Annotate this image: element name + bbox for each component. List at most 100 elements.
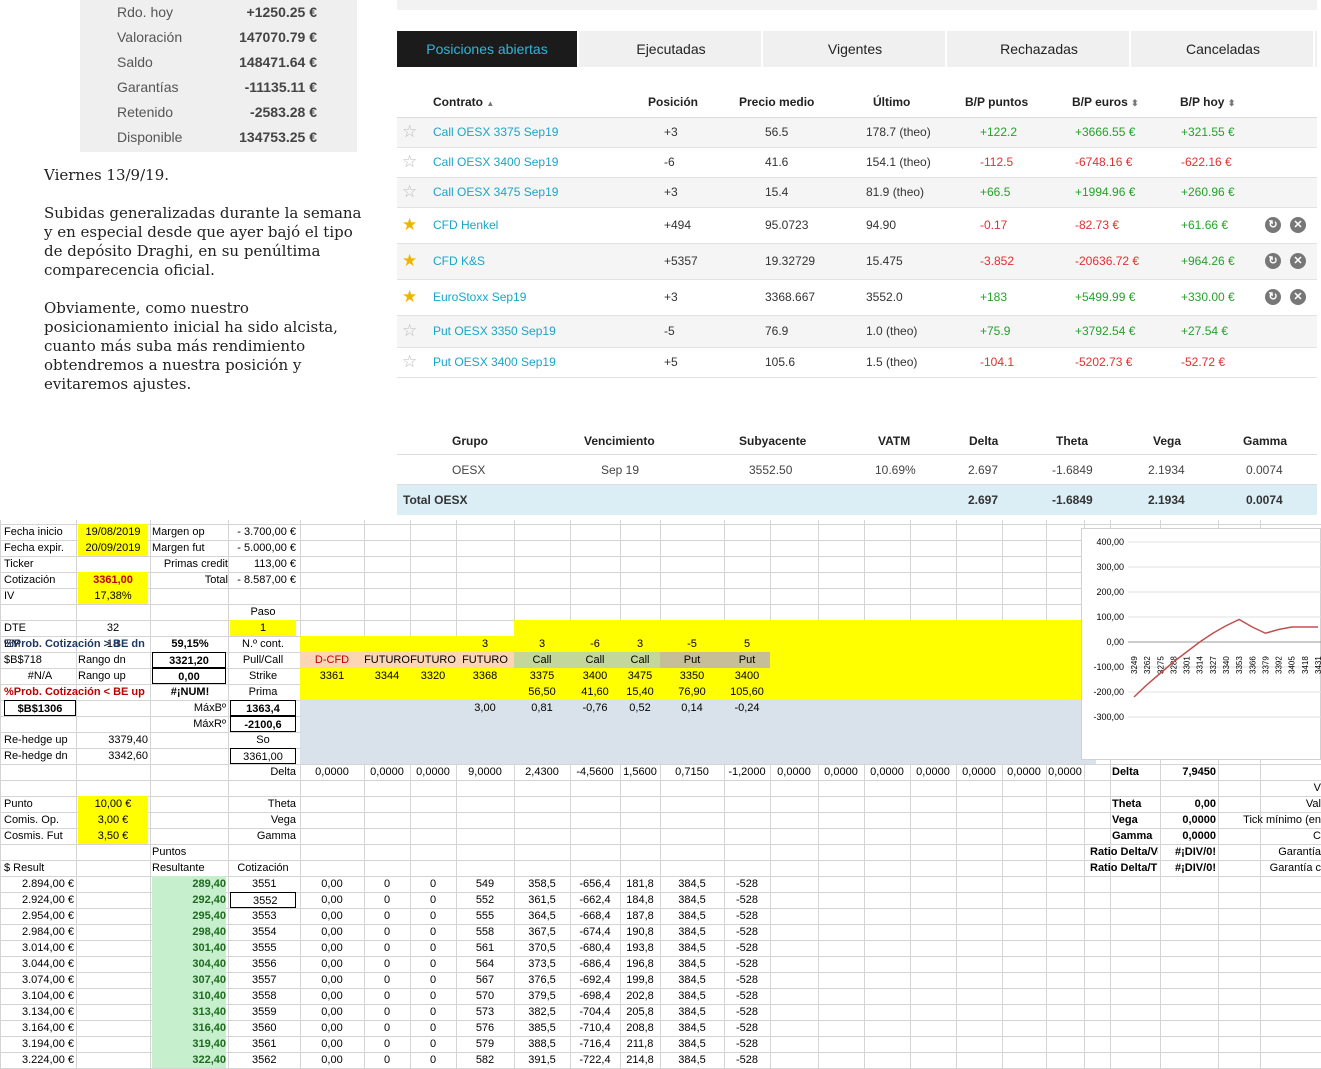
result-cell[interactable]: 384,5: [660, 940, 724, 956]
delta-cell[interactable]: 1,5600: [620, 764, 660, 780]
delta-cell[interactable]: 0,0000: [818, 764, 864, 780]
col-contract[interactable]: Contrato ▲: [433, 95, 494, 109]
result-cell[interactable]: 0: [364, 940, 410, 956]
result-cell[interactable]: 388,5: [514, 1036, 570, 1052]
result-value[interactable]: 2.894,00 €: [4, 876, 74, 892]
result-cell[interactable]: 0: [364, 1020, 410, 1036]
cotizacion-value[interactable]: 3559: [230, 1004, 296, 1020]
result-cell[interactable]: 0,00: [300, 1020, 364, 1036]
sheet-ref[interactable]: $B$1306: [4, 700, 76, 716]
leg-count[interactable]: -5: [660, 636, 724, 652]
result-cell[interactable]: -528: [724, 1052, 770, 1068]
leg-count[interactable]: 3: [456, 636, 514, 652]
result-cell[interactable]: 561: [456, 940, 514, 956]
result-cell[interactable]: -528: [724, 1020, 770, 1036]
sheet-value[interactable]: 32: [78, 620, 148, 636]
sheet-ref[interactable]: #N/A: [4, 668, 76, 684]
result-cell[interactable]: 0: [364, 1036, 410, 1052]
result-cell[interactable]: -698,4: [570, 988, 620, 1004]
stat-value[interactable]: #¡DIV/0!: [1160, 860, 1216, 876]
result-cell[interactable]: -722,4: [570, 1052, 620, 1068]
delta-cell[interactable]: 9,0000: [456, 764, 514, 780]
delta-cell[interactable]: 2,4300: [514, 764, 570, 780]
result-cell[interactable]: 570: [456, 988, 514, 1004]
stat-value[interactable]: 0,0000: [1160, 828, 1216, 844]
result-cell[interactable]: 0: [410, 1052, 456, 1068]
tab-vigentes[interactable]: Vigentes: [765, 31, 947, 67]
leg-delta[interactable]: -0,76: [570, 700, 620, 716]
delta-cell[interactable]: -4,5600: [570, 764, 620, 780]
result-cell[interactable]: 549: [456, 876, 514, 892]
contract-link[interactable]: EuroStoxx Sep19: [433, 290, 526, 304]
result-cell[interactable]: 0,00: [300, 924, 364, 940]
result-cell[interactable]: 0,00: [300, 940, 364, 956]
result-cell[interactable]: -710,4: [570, 1020, 620, 1036]
stat-value[interactable]: 0,00: [1160, 796, 1216, 812]
leg-type[interactable]: Call: [620, 652, 660, 668]
result-cell[interactable]: 0: [364, 988, 410, 1004]
result-cell[interactable]: 0: [364, 908, 410, 924]
result-cell[interactable]: 205,8: [620, 1004, 660, 1020]
star-filled-icon[interactable]: ★: [402, 251, 417, 271]
points-value[interactable]: 289,40: [152, 876, 226, 892]
star-filled-icon[interactable]: ★: [402, 215, 417, 235]
points-value[interactable]: 292,40: [152, 892, 226, 908]
result-cell[interactable]: 202,8: [620, 988, 660, 1004]
result-cell[interactable]: 558: [456, 924, 514, 940]
result-cell[interactable]: 0,00: [300, 1052, 364, 1068]
star-filled-icon[interactable]: ★: [402, 287, 417, 307]
result-value[interactable]: 2.954,00 €: [4, 908, 74, 924]
leg-count[interactable]: 3: [620, 636, 660, 652]
result-cell[interactable]: 190,8: [620, 924, 660, 940]
sheet-value[interactable]: 17,38%: [78, 588, 148, 604]
result-cell[interactable]: 193,8: [620, 940, 660, 956]
leg-type[interactable]: FUTURO: [456, 652, 514, 668]
leg-type[interactable]: D-CFD: [300, 652, 364, 668]
tab-ejecutadas[interactable]: Ejecutadas: [581, 31, 763, 67]
result-cell[interactable]: 0: [410, 1020, 456, 1036]
result-cell[interactable]: 358,5: [514, 876, 570, 892]
result-cell[interactable]: 379,5: [514, 988, 570, 1004]
tab-rechazadas[interactable]: Rechazadas: [949, 31, 1131, 67]
result-cell[interactable]: -686,4: [570, 956, 620, 972]
refresh-icon[interactable]: ↻: [1265, 289, 1281, 305]
delta-cell[interactable]: 0,7150: [660, 764, 724, 780]
result-cell[interactable]: -692,4: [570, 972, 620, 988]
cotizacion-value[interactable]: 3552: [230, 892, 296, 908]
result-cell[interactable]: -528: [724, 972, 770, 988]
leg-type[interactable]: FUTURO: [364, 652, 410, 668]
delta-cell[interactable]: 0,0000: [770, 764, 818, 780]
result-cell[interactable]: 0,00: [300, 908, 364, 924]
result-cell[interactable]: 0: [410, 940, 456, 956]
star-outline-icon[interactable]: ☆: [402, 321, 417, 341]
so-value[interactable]: 3361,00: [230, 748, 296, 764]
leg-strike[interactable]: 3368: [456, 668, 514, 684]
contract-link[interactable]: Put OESX 3400 Sep19: [433, 355, 556, 369]
result-cell[interactable]: 385,5: [514, 1020, 570, 1036]
col-bp-euros[interactable]: B/P euros ⬍: [1072, 95, 1139, 109]
points-value[interactable]: 295,40: [152, 908, 226, 924]
delta-cell[interactable]: 0,0000: [910, 764, 956, 780]
result-cell[interactable]: 0,00: [300, 1036, 364, 1052]
result-cell[interactable]: 576: [456, 1020, 514, 1036]
maxb-value[interactable]: 1363,4: [230, 700, 296, 716]
rehedge-dn-value[interactable]: 3342,60: [78, 748, 148, 764]
result-cell[interactable]: 0: [410, 1036, 456, 1052]
cotizacion-value[interactable]: 3555: [230, 940, 296, 956]
delta-cell[interactable]: 0,0000: [410, 764, 456, 780]
contract-link[interactable]: Call OESX 3400 Sep19: [433, 155, 558, 169]
result-cell[interactable]: 0,00: [300, 892, 364, 908]
result-cell[interactable]: 391,5: [514, 1052, 570, 1068]
leg-delta[interactable]: 0,52: [620, 700, 660, 716]
leg-type[interactable]: Call: [514, 652, 570, 668]
result-cell[interactable]: 361,5: [514, 892, 570, 908]
rango-dn-value[interactable]: 3321,20: [152, 652, 226, 668]
result-cell[interactable]: 364,5: [514, 908, 570, 924]
result-cell[interactable]: 384,5: [660, 972, 724, 988]
contract-link[interactable]: Call OESX 3475 Sep19: [433, 185, 558, 199]
result-cell[interactable]: 370,5: [514, 940, 570, 956]
cost-value[interactable]: 3,00 €: [78, 812, 148, 828]
leg-type[interactable]: Put: [660, 652, 724, 668]
result-cell[interactable]: 384,5: [660, 892, 724, 908]
result-cell[interactable]: 0: [364, 924, 410, 940]
